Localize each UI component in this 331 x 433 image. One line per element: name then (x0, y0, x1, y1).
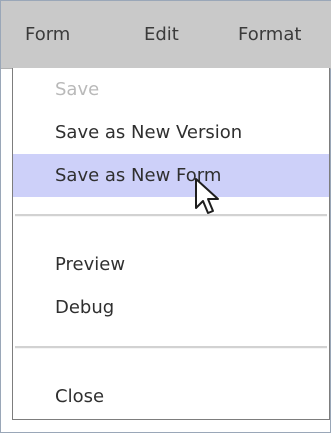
mouse-pointer-icon (195, 178, 219, 214)
menu-item-debug[interactable]: Debug (13, 286, 329, 329)
menubar-item-format[interactable]: Format (238, 23, 301, 47)
menubar-item-edit[interactable]: Edit (144, 23, 179, 47)
menubar-item-form[interactable]: Form (25, 23, 70, 47)
menu-bar: Form Edit Format (1, 1, 331, 69)
menu-item-save-as-new-version[interactable]: Save as New Version (13, 111, 329, 154)
menu-item-save-as-new-form[interactable]: Save as New Form (13, 154, 329, 197)
screenshot-frame: Form Edit Format Save Save as New Versio… (0, 0, 331, 433)
form-menu-dropdown: Save Save as New Version Save as New For… (12, 68, 330, 420)
menu-item-preview[interactable]: Preview (13, 243, 329, 286)
menu-separator (15, 346, 327, 349)
menu-item-close[interactable]: Close (13, 375, 329, 418)
menu-separator (15, 214, 327, 217)
menu-item-save[interactable]: Save (13, 68, 329, 111)
